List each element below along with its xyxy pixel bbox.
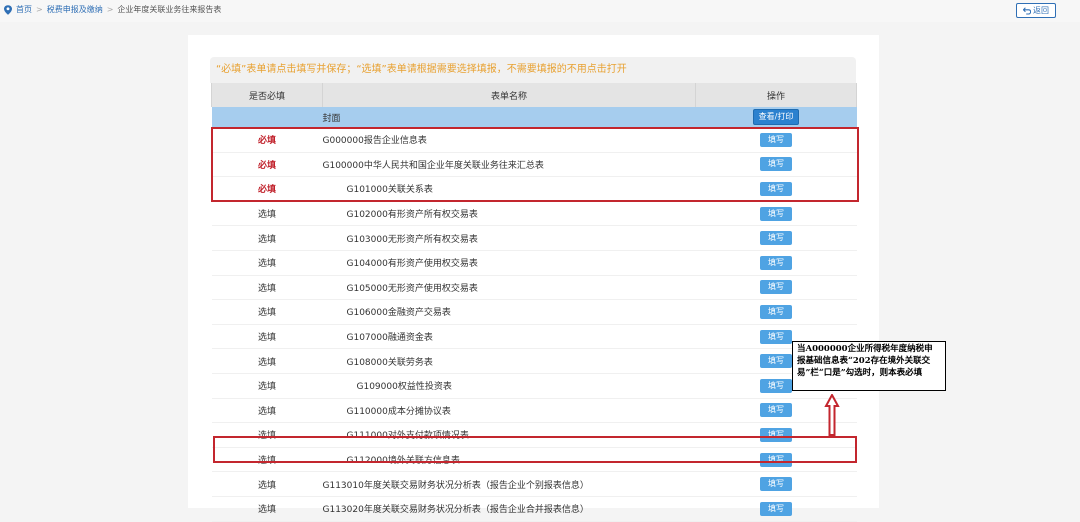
table-row: 选填 G110000成本分摊协议表 填写 — [211, 398, 857, 424]
form-name: G107000融通资金表 — [322, 324, 696, 350]
form-name: G113010年度关联交易财务状况分析表（报告企业个别报表信息） — [322, 471, 696, 497]
fill-button[interactable]: 填写 — [760, 403, 792, 418]
form-name: G102000有形资产所有权交易表 — [322, 201, 696, 227]
header-action: 操作 — [695, 83, 857, 107]
table-row: 选填 G105000无形资产使用权交易表 填写 — [211, 275, 857, 301]
header-form-name: 表单名称 — [322, 83, 696, 107]
required-status: 选填 — [211, 275, 323, 301]
action-cell: 填写 — [695, 275, 857, 301]
cover-req — [211, 107, 323, 128]
required-status: 选填 — [211, 324, 323, 350]
required-status: 选填 — [211, 373, 323, 399]
form-name: G106000金融资产交易表 — [322, 299, 696, 325]
action-cell: 填写 — [695, 471, 857, 497]
required-status: 选填 — [211, 250, 323, 276]
breadcrumb-current: 企业年度关联业务往来报告表 — [117, 5, 222, 14]
form-name: G105000无形资产使用权交易表 — [322, 275, 696, 301]
up-arrow-icon — [824, 394, 840, 436]
breadcrumb-level1-link[interactable]: 税费申报及缴纳 — [47, 4, 103, 15]
action-cell: 填写 — [695, 299, 857, 325]
fill-button[interactable]: 填写 — [760, 378, 792, 393]
table-row: 选填 G108000关联劳务表 填写 — [211, 348, 857, 374]
fill-button[interactable]: 填写 — [760, 354, 792, 369]
required-status: 选填 — [211, 496, 323, 522]
action-cell: 填写 — [695, 496, 857, 522]
form-name: G113020年度关联交易财务状况分析表（报告企业合并报表信息） — [322, 496, 696, 522]
action-cell: 填写 — [695, 250, 857, 276]
breadcrumb: 首页 > 税费申报及缴纳 > 企业年度关联业务往来报告表 — [4, 4, 221, 15]
top-bar: 首页 > 税费申报及缴纳 > 企业年度关联业务往来报告表 返回 — [0, 0, 1080, 22]
fill-button[interactable]: 填写 — [760, 255, 792, 270]
fill-button[interactable]: 填写 — [760, 501, 792, 516]
foreign-related-party-highlight — [213, 436, 857, 463]
cover-name: 封面 — [322, 107, 696, 128]
table-row: 选填 G107000融通资金表 填写 — [211, 324, 857, 350]
required-status: 选填 — [211, 225, 323, 251]
required-status: 选填 — [211, 471, 323, 497]
cover-row: 封面 查看/打印 — [211, 107, 857, 128]
required-status: 选填 — [211, 299, 323, 325]
fill-button[interactable]: 填写 — [760, 304, 792, 319]
cover-action-cell: 查看/打印 — [695, 107, 857, 128]
back-button[interactable]: 返回 — [1016, 3, 1056, 18]
form-name: G110000成本分摊协议表 — [322, 398, 696, 424]
location-pin-icon — [4, 4, 12, 15]
breadcrumb-separator-icon: > — [36, 5, 43, 14]
table-row: 选填 G113020年度关联交易财务状况分析表（报告企业合并报表信息） 填写 — [211, 496, 857, 522]
breadcrumb-separator-icon: > — [106, 5, 114, 14]
breadcrumb-home-link[interactable]: 首页 — [16, 4, 32, 15]
fill-button[interactable]: 填写 — [760, 280, 792, 295]
required-status: 选填 — [211, 201, 323, 227]
form-notice: “必填”表单请点击填写并保存；“选填”表单请根据需要选择填报，不需要填报的不用点… — [210, 57, 856, 83]
fill-button[interactable]: 填写 — [760, 231, 792, 246]
view-print-button[interactable]: 查看/打印 — [752, 109, 800, 125]
fill-button[interactable]: 填写 — [760, 329, 792, 344]
required-forms-highlight — [211, 127, 859, 202]
action-cell: 填写 — [695, 225, 857, 251]
form-name: G104000有形资产使用权交易表 — [322, 250, 696, 276]
required-status: 选填 — [211, 348, 323, 374]
required-status: 选填 — [211, 398, 323, 424]
table-row: 选填 G104000有形资产使用权交易表 填写 — [211, 250, 857, 276]
form-name: G109000权益性投资表 — [322, 373, 696, 399]
form-name: G103000无形资产所有权交易表 — [322, 225, 696, 251]
table-row: 选填 G109000权益性投资表 填写 — [211, 373, 857, 399]
table-row: 选填 G113010年度关联交易财务状况分析表（报告企业个别报表信息） 填写 — [211, 471, 857, 497]
table-row: 选填 G103000无形资产所有权交易表 填写 — [211, 225, 857, 251]
form-name: G108000关联劳务表 — [322, 348, 696, 374]
header-required: 是否必填 — [211, 83, 323, 107]
return-arrow-icon — [1023, 6, 1031, 15]
annotation-callout: 当A000000企业所得税年度纳税申报基础信息表“202存在境外关联交易”栏“口… — [792, 341, 946, 391]
action-cell: 填写 — [695, 201, 857, 227]
fill-button[interactable]: 填写 — [760, 477, 792, 492]
fill-button[interactable]: 填写 — [760, 206, 792, 221]
table-row: 选填 G102000有形资产所有权交易表 填写 — [211, 201, 857, 227]
table-row: 选填 G106000金融资产交易表 填写 — [211, 299, 857, 325]
table-header-row: 是否必填 表单名称 操作 — [211, 83, 857, 107]
back-button-label: 返回 — [1033, 6, 1049, 15]
